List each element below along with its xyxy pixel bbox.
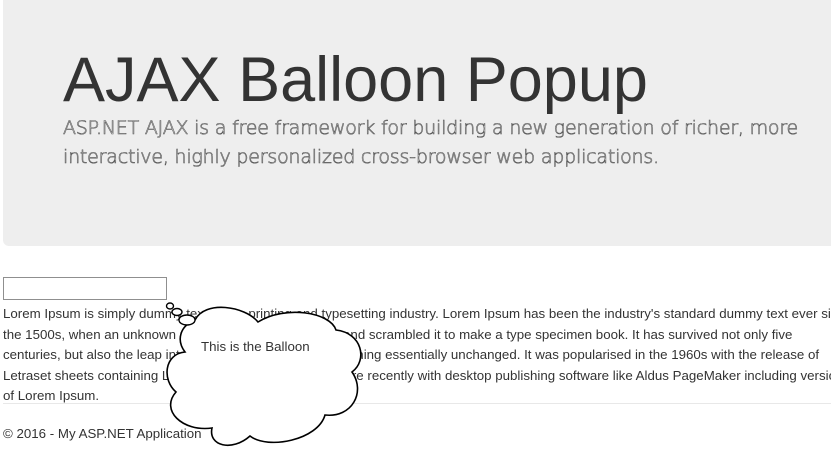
page-title: AJAX Balloon Popup [63, 45, 648, 115]
footer-divider [3, 403, 831, 404]
jumbotron: AJAX Balloon Popup ASP.NET AJAX is a fre… [3, 0, 831, 246]
lorem-paragraph: Lorem Ipsum is simply dummy text of the … [3, 306, 831, 403]
page-lead: ASP.NET AJAX is a free framework for bui… [63, 117, 799, 169]
footer-copyright: © 2016 - My ASP.NET Application [3, 426, 202, 441]
balloon-text: This is the Balloon [201, 339, 310, 354]
balloon-target-input[interactable] [3, 277, 167, 300]
